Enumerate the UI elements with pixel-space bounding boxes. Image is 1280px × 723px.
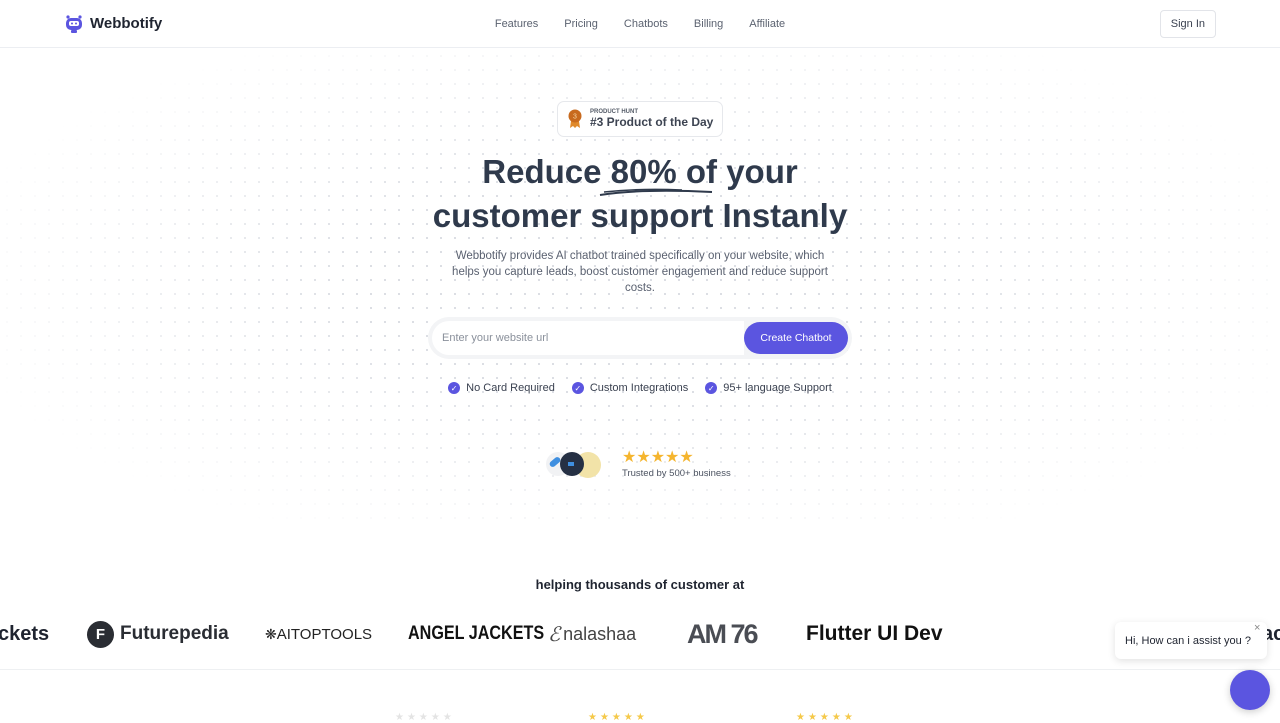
feature-item: ✓ No Card Required bbox=[448, 382, 555, 394]
logo-am76: AM 76 bbox=[687, 618, 759, 649]
main-nav: Features Pricing Chatbots Billing Affili… bbox=[0, 0, 1280, 48]
brand-logo[interactable]: Webbotify bbox=[64, 14, 162, 34]
title-line-2: customer support Instanly bbox=[432, 197, 848, 234]
create-chatbot-button[interactable]: Create Chatbot bbox=[744, 322, 848, 354]
nalashaa-icon: ℰ bbox=[548, 623, 561, 646]
check-icon: ✓ bbox=[571, 382, 584, 394]
feature-item: ✓ 95+ language Support bbox=[705, 382, 832, 394]
rating-stars: ★★★★★ bbox=[622, 448, 694, 466]
nav-billing[interactable]: Billing bbox=[694, 18, 723, 30]
svg-text:3: 3 bbox=[573, 114, 577, 121]
customer-logo-strip: ckets F Futurepedia ❋ AITOPTOOLS ANGEL JAC… bbox=[0, 618, 1280, 650]
review-stars: ★★★★★ bbox=[395, 712, 455, 723]
nav-affiliate[interactable]: Affiliate bbox=[749, 18, 785, 30]
logo-angel-jackets: ANGEL JACKETS bbox=[408, 623, 545, 644]
title-highlight: 80% bbox=[610, 153, 677, 190]
title-part: Reduce bbox=[482, 153, 611, 190]
trust-text: Trusted by 500+ business bbox=[622, 467, 731, 479]
product-hunt-badge[interactable]: 3 PRODUCT HUNT #3 Product of the Day bbox=[557, 101, 723, 137]
logo-text: AITOPTOOLS bbox=[276, 625, 373, 643]
review-stars: ★★★★★ bbox=[796, 712, 856, 723]
brand-name: Webbotify bbox=[90, 15, 163, 32]
robot-icon bbox=[66, 14, 82, 33]
trust-block: ★★★★★ Trusted by 500+ business bbox=[546, 449, 731, 479]
medal-icon: 3 bbox=[568, 109, 582, 128]
close-icon[interactable]: × bbox=[1254, 622, 1260, 634]
feature-list: ✓ No Card Required ✓ Custom Integrations ✓… bbox=[0, 382, 1280, 394]
check-icon: ✓ bbox=[448, 382, 461, 394]
nav-features[interactable]: Features bbox=[495, 18, 538, 30]
website-url-input[interactable] bbox=[432, 321, 744, 355]
customers-heading: helping thousands of customer at bbox=[535, 577, 745, 592]
logo-aitoptools: ❋ AITOPTOOLS bbox=[265, 618, 372, 650]
feature-label: 95+ language Support bbox=[723, 382, 832, 394]
feature-label: Custom Integrations bbox=[589, 382, 689, 394]
feature-item: ✓ Custom Integrations bbox=[571, 382, 689, 394]
review-stars: ★★★★★ bbox=[588, 712, 648, 723]
badge-title: #3 Product of the Day bbox=[590, 115, 714, 129]
logo-jackets: ckets bbox=[0, 622, 50, 645]
nav-pricing[interactable]: Pricing bbox=[564, 18, 598, 30]
futurepedia-icon: F bbox=[87, 620, 114, 648]
logo-text: nalashaa bbox=[563, 623, 637, 644]
logo-futurepedia: F Futurepedia bbox=[87, 618, 229, 650]
check-icon: ✓ bbox=[705, 382, 718, 394]
sign-in-button[interactable]: Sign In bbox=[1159, 9, 1216, 38]
hero-subtitle: Webbotify provides AI chatbot trained sp… bbox=[452, 250, 828, 294]
logo-text: Futurepedia bbox=[120, 623, 229, 644]
customer-avatars bbox=[546, 452, 601, 478]
header: Webbotify Features Pricing Chatbots Bill… bbox=[0, 0, 1280, 48]
feature-label: No Card Required bbox=[466, 382, 555, 394]
logo-nalashaa: ℰnalashaa bbox=[548, 618, 636, 650]
title-part: of your bbox=[676, 153, 798, 190]
nav-chatbots[interactable]: Chatbots bbox=[624, 18, 668, 30]
chat-launcher-button[interactable] bbox=[1230, 670, 1270, 710]
chat-greeting-bubble[interactable]: Hi, How can i assist you ? bbox=[1115, 622, 1267, 659]
logo-flutter-ui-dev: Flutter UI Dev bbox=[806, 622, 943, 645]
scribble-underline bbox=[599, 188, 713, 196]
url-form: Create Chatbot bbox=[428, 317, 852, 359]
aitoptools-icon: ❋ bbox=[265, 625, 277, 642]
divider bbox=[0, 669, 1280, 670]
